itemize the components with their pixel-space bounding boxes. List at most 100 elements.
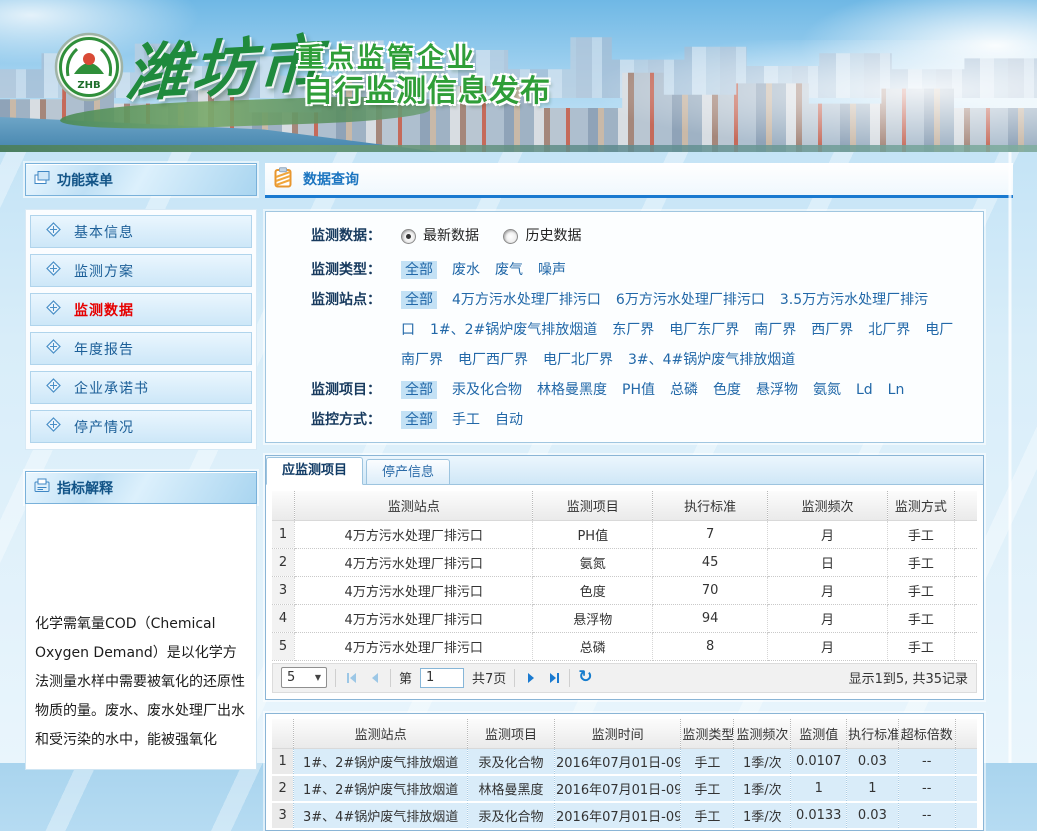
cell-item: 汞及化合物 [468, 748, 555, 775]
col-header-blank [955, 719, 977, 749]
plan-table-row: 2 4万方污水处理厂排污口 氨氮 45 日 手工 [272, 548, 977, 576]
filter-option[interactable]: 全部 [401, 411, 437, 429]
cell-time: 2016年07月01日-09 [555, 802, 681, 829]
diamond-nav-icon [46, 417, 61, 436]
data-query-title: 数据查询 [303, 169, 359, 189]
radio-icon[interactable] [503, 229, 518, 244]
filter-option[interactable]: 北厂界 [868, 322, 910, 338]
filter-option[interactable]: 电厂西厂界 [458, 352, 528, 368]
sidebar-menu-item[interactable]: 监测方案 [30, 254, 252, 287]
data-table-header-row: 监测站点 监测项目 监测时间 监测类型 监测频次 监测值 执行标准 超标倍数 [272, 719, 977, 749]
filter-option[interactable]: 林格曼黑度 [537, 382, 607, 398]
tab[interactable]: 停产信息 [366, 459, 450, 485]
col-header-standard: 执行标准 [847, 719, 899, 749]
sidebar-menu-item[interactable]: 年度报告 [30, 332, 252, 365]
cell-station: 3#、4#锅炉废气排放烟道 [294, 802, 468, 829]
pager-separator [390, 669, 391, 687]
filter-option[interactable]: 噪声 [538, 262, 566, 278]
filter-option[interactable]: 总磷 [670, 382, 698, 398]
col-header-num [272, 491, 295, 521]
plan-table-row: 5 4万方污水处理厂排污口 总磷 8 月 手工 [272, 632, 977, 660]
col-header-type: 监测类型 [681, 719, 734, 749]
page-size-select[interactable]: 5 ▼ [281, 667, 327, 688]
sidebar-menu-item[interactable]: 基本信息 [30, 215, 252, 248]
filter-option[interactable]: 全部 [401, 261, 437, 279]
page-number-input[interactable] [420, 668, 464, 688]
cell-freq: 1季/次 [734, 775, 791, 802]
tab[interactable]: 应监测项目 [266, 457, 363, 485]
diamond-nav-icon [46, 222, 61, 241]
cell-freq: 月 [768, 576, 888, 604]
cell-item: 氨氮 [533, 548, 653, 576]
cell-method: 手工 [887, 548, 954, 576]
treeline [0, 145, 1037, 152]
function-menu-title: 功能菜单 [57, 170, 113, 190]
cell-blank [955, 802, 977, 829]
radio-option[interactable]: 历史数据 [503, 221, 581, 251]
cell-blank [954, 576, 977, 604]
filter-option[interactable]: 手工 [452, 412, 480, 428]
col-header-freq: 监测频次 [768, 491, 888, 521]
filter-option[interactable]: 色度 [713, 382, 741, 398]
radio-option-label: 历史数据 [525, 221, 581, 251]
filter-option[interactable]: 4万方污水处理厂排污口 [452, 292, 601, 308]
cell-blank [954, 604, 977, 632]
filter-option[interactable]: 3#、4#锅炉废气排放烟道 [628, 352, 795, 368]
cell-item: 总磷 [533, 632, 653, 660]
filter-option[interactable]: 电厂北厂界 [543, 352, 613, 368]
radio-icon[interactable] [401, 229, 416, 244]
cell-type: 手工 [681, 748, 734, 775]
record-summary: 显示1到5, 共35记录 [849, 668, 968, 687]
filter-option[interactable]: 废水 [452, 262, 480, 278]
cell-method: 手工 [887, 632, 954, 660]
filter-option[interactable]: Ln [888, 382, 905, 398]
cell-item: 色度 [533, 576, 653, 604]
col-header-method: 监测方式 [887, 491, 954, 521]
col-header-station: 监测站点 [294, 719, 468, 749]
last-page-button[interactable] [546, 670, 561, 685]
cell-standard: 45 [653, 548, 768, 576]
filter-option[interactable]: 东厂界 [612, 322, 654, 338]
filter-option[interactable]: 氨氮 [813, 382, 841, 398]
sidebar-menu-item[interactable]: 停产情况 [30, 410, 252, 443]
filter-option[interactable]: 废气 [495, 262, 523, 278]
sidebar-menu-item-label: 监测方案 [74, 261, 134, 281]
filter-option[interactable]: 自动 [495, 412, 523, 428]
sidebar-menu-item[interactable]: 企业承诺书 [30, 371, 252, 404]
diamond-nav-icon [46, 378, 61, 397]
filter-option[interactable]: 1#、2#锅炉废气排放烟道 [430, 322, 597, 338]
filter-option[interactable]: 南厂界 [754, 322, 796, 338]
next-page-button[interactable] [523, 670, 538, 685]
tab-strip: 应监测项目停产信息 [266, 456, 983, 485]
filter-option[interactable]: Ld [856, 382, 873, 398]
page-right-divider [1008, 152, 1012, 763]
prev-page-button[interactable] [367, 670, 382, 685]
filter-option[interactable]: 全部 [401, 381, 437, 399]
site-title-line2: 自行监测信息发布 [303, 66, 551, 110]
cell-blank [955, 775, 977, 802]
filter-label: 监测项目： [311, 375, 401, 405]
col-header-item: 监测项目 [533, 491, 653, 521]
radio-option[interactable]: 最新数据 [401, 221, 479, 251]
filter-option[interactable]: 全部 [401, 291, 437, 309]
cell-num: 2 [272, 775, 294, 802]
col-header-item: 监测项目 [468, 719, 555, 749]
cell-freq: 月 [768, 604, 888, 632]
sidebar-menu-item[interactable]: 监测数据 [30, 293, 252, 326]
refresh-button[interactable]: ↻ [578, 669, 592, 686]
filter-option[interactable]: 悬浮物 [756, 382, 798, 398]
plan-table: 监测站点 监测项目 执行标准 监测频次 监测方式 1 4万方污水处理厂排污口 [272, 491, 977, 661]
filter-option[interactable]: 汞及化合物 [452, 382, 522, 398]
cell-freq: 月 [768, 520, 888, 548]
filter-row-station: 监测站点： 全部4万方污水处理厂排污口6万方污水处理厂排污口3.5万方污水处理厂… [266, 285, 983, 375]
filter-option[interactable]: 西厂界 [811, 322, 853, 338]
filter-option[interactable]: 电厂东厂界 [669, 322, 739, 338]
data-table-row: 2 1#、2#锅炉废气排放烟道 林格曼黑度 2016年07月01日-09 手工 … [272, 775, 977, 802]
filter-option[interactable]: PH值 [622, 382, 655, 398]
cell-num: 1 [272, 520, 295, 548]
site-title-city: 潍坊市 [124, 13, 326, 114]
radio-option-label: 最新数据 [423, 221, 479, 251]
first-page-button[interactable] [344, 670, 359, 685]
diamond-nav-icon [46, 261, 61, 280]
filter-option[interactable]: 6万方污水处理厂排污口 [616, 292, 765, 308]
